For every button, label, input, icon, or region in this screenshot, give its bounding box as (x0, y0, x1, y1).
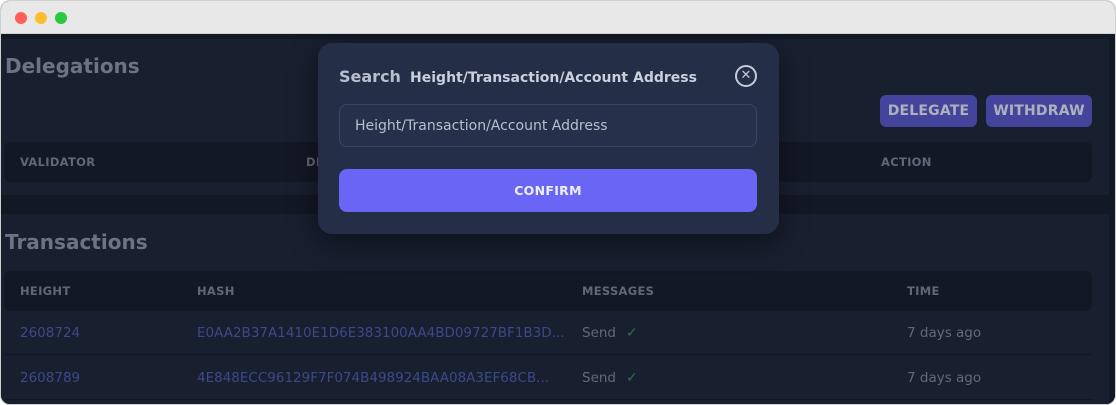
page-content: Delegations DELEGATE WITHDRAW VALIDATOR … (1, 34, 1115, 404)
search-modal: Search Height/Transaction/Account Addres… (318, 43, 779, 234)
modal-title-label: Search (339, 67, 401, 86)
confirm-button[interactable]: CONFIRM (339, 169, 757, 212)
maximize-window-button[interactable] (55, 12, 67, 24)
window-titlebar (1, 1, 1115, 34)
minimize-window-button[interactable] (35, 12, 47, 24)
close-icon[interactable]: ✕ (735, 65, 757, 87)
modal-title-hint: Height/Transaction/Account Address (410, 70, 697, 86)
modal-title: Search Height/Transaction/Account Addres… (339, 67, 697, 86)
search-input[interactable] (339, 104, 757, 147)
app-window: Delegations DELEGATE WITHDRAW VALIDATOR … (0, 0, 1116, 405)
close-window-button[interactable] (15, 12, 27, 24)
